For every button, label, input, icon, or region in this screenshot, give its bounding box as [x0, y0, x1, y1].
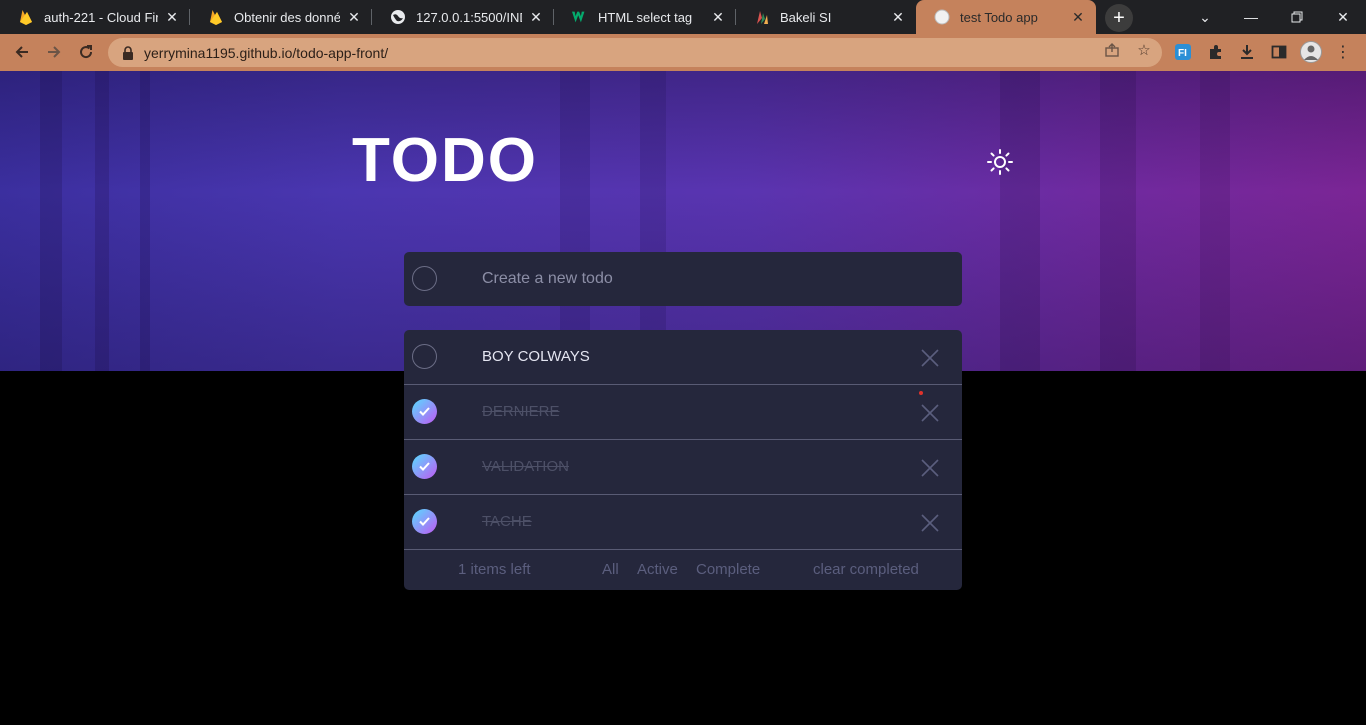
todo-item[interactable]: DERNIERE [404, 385, 962, 440]
browser-menu-icon[interactable]: ⋮ [1332, 41, 1354, 63]
tab-title: Bakeli SI [780, 9, 832, 25]
bakeli-icon [754, 9, 770, 25]
firebase-icon [18, 9, 34, 25]
delete-icon[interactable] [920, 513, 940, 533]
close-icon[interactable]: ✕ [1070, 9, 1086, 25]
filter-active-button[interactable]: Active [637, 561, 678, 578]
todo-text: BOY COLWAYS [482, 348, 590, 365]
filter-complete-button[interactable]: Complete [696, 561, 760, 578]
todo-checkbox-checked[interactable] [412, 399, 437, 424]
new-todo-card [404, 252, 962, 306]
minimize-icon[interactable]: — [1228, 0, 1274, 34]
close-icon[interactable]: ✕ [164, 9, 180, 25]
extension-fi-icon[interactable]: FI [1172, 41, 1194, 63]
check-icon [419, 407, 430, 416]
new-todo-input[interactable] [482, 252, 942, 306]
reload-icon[interactable] [72, 38, 100, 66]
browser-tab-bar: auth-221 - Cloud Fires ✕ Obtenir des don… [0, 0, 1366, 34]
side-panel-icon[interactable] [1268, 41, 1290, 63]
tab-title: Obtenir des données a [234, 9, 340, 25]
close-icon[interactable]: ✕ [890, 9, 906, 25]
tab-title: test Todo app [960, 9, 1038, 25]
hero-background [0, 71, 1366, 371]
new-tab-button[interactable]: + [1105, 4, 1133, 32]
check-icon [419, 462, 430, 471]
delete-icon[interactable] [920, 403, 940, 423]
todo-text: VALIDATION [482, 458, 569, 475]
profile-avatar[interactable] [1300, 41, 1322, 63]
check-icon [419, 517, 430, 526]
cursor-dot [919, 391, 923, 395]
window-close-icon[interactable]: ✕ [1320, 0, 1366, 34]
close-icon[interactable]: ✕ [346, 9, 362, 25]
lock-icon [122, 45, 134, 60]
tab-search-icon[interactable]: ⌄ [1182, 0, 1228, 34]
tab-title: auth-221 - Cloud Fires [44, 9, 158, 25]
filter-all-button[interactable]: All [602, 561, 619, 578]
items-left-count: 1 items left [458, 561, 531, 578]
todo-text: TACHE [482, 513, 532, 530]
page-title: TODO [352, 126, 538, 195]
close-icon[interactable]: ✕ [710, 9, 726, 25]
back-arrow-icon[interactable] [8, 38, 36, 66]
download-icon[interactable] [1236, 41, 1258, 63]
w3schools-icon [572, 9, 588, 25]
delete-icon[interactable] [920, 458, 940, 478]
tab-title: 127.0.0.1:5500/INDEX. [416, 9, 522, 25]
bookmark-star-icon[interactable]: ☆ [1134, 40, 1154, 60]
extensions-puzzle-icon[interactable] [1205, 41, 1227, 63]
todo-footer: 1 items left All Active Complete clear c… [404, 550, 962, 590]
todo-checkbox-checked[interactable] [412, 509, 437, 534]
url-text: yerrymina1195.github.io/todo-app-front/ [144, 44, 389, 61]
sun-icon[interactable] [986, 148, 1014, 176]
browser-tab[interactable]: HTML select tag ✕ [554, 0, 736, 34]
address-bar[interactable]: yerrymina1195.github.io/todo-app-front/ [108, 38, 1162, 67]
svg-text:FI: FI [1178, 48, 1187, 59]
firebase-icon [208, 9, 224, 25]
browser-tab[interactable]: Obtenir des données a ✕ [190, 0, 372, 34]
globe-icon [390, 9, 406, 25]
browser-tab[interactable]: 127.0.0.1:5500/INDEX. ✕ [372, 0, 554, 34]
close-icon[interactable]: ✕ [528, 9, 544, 25]
forward-arrow-icon[interactable] [40, 38, 68, 66]
todo-item[interactable]: VALIDATION [404, 440, 962, 495]
todo-checkbox[interactable] [412, 344, 437, 369]
browser-tab[interactable]: auth-221 - Cloud Fires ✕ [0, 0, 190, 34]
tab-title: HTML select tag [598, 9, 693, 25]
browser-tab-active[interactable]: test Todo app ✕ [916, 0, 1096, 34]
todo-list: BOY COLWAYS DERNIERE VALIDATION TACHE 1 [404, 330, 962, 590]
browser-tab[interactable]: Bakeli SI ✕ [736, 0, 916, 34]
browser-toolbar: yerrymina1195.github.io/todo-app-front/ … [0, 34, 1366, 71]
todo-item[interactable]: BOY COLWAYS [404, 330, 962, 385]
todo-text: DERNIERE [482, 403, 560, 420]
page-icon [934, 9, 950, 25]
new-todo-circle[interactable] [412, 266, 437, 291]
delete-icon[interactable] [920, 348, 940, 368]
restore-icon[interactable] [1274, 0, 1320, 34]
todo-checkbox-checked[interactable] [412, 454, 437, 479]
clear-completed-button[interactable]: clear completed [813, 561, 919, 578]
share-icon[interactable] [1102, 40, 1122, 60]
todo-item[interactable]: TACHE [404, 495, 962, 550]
